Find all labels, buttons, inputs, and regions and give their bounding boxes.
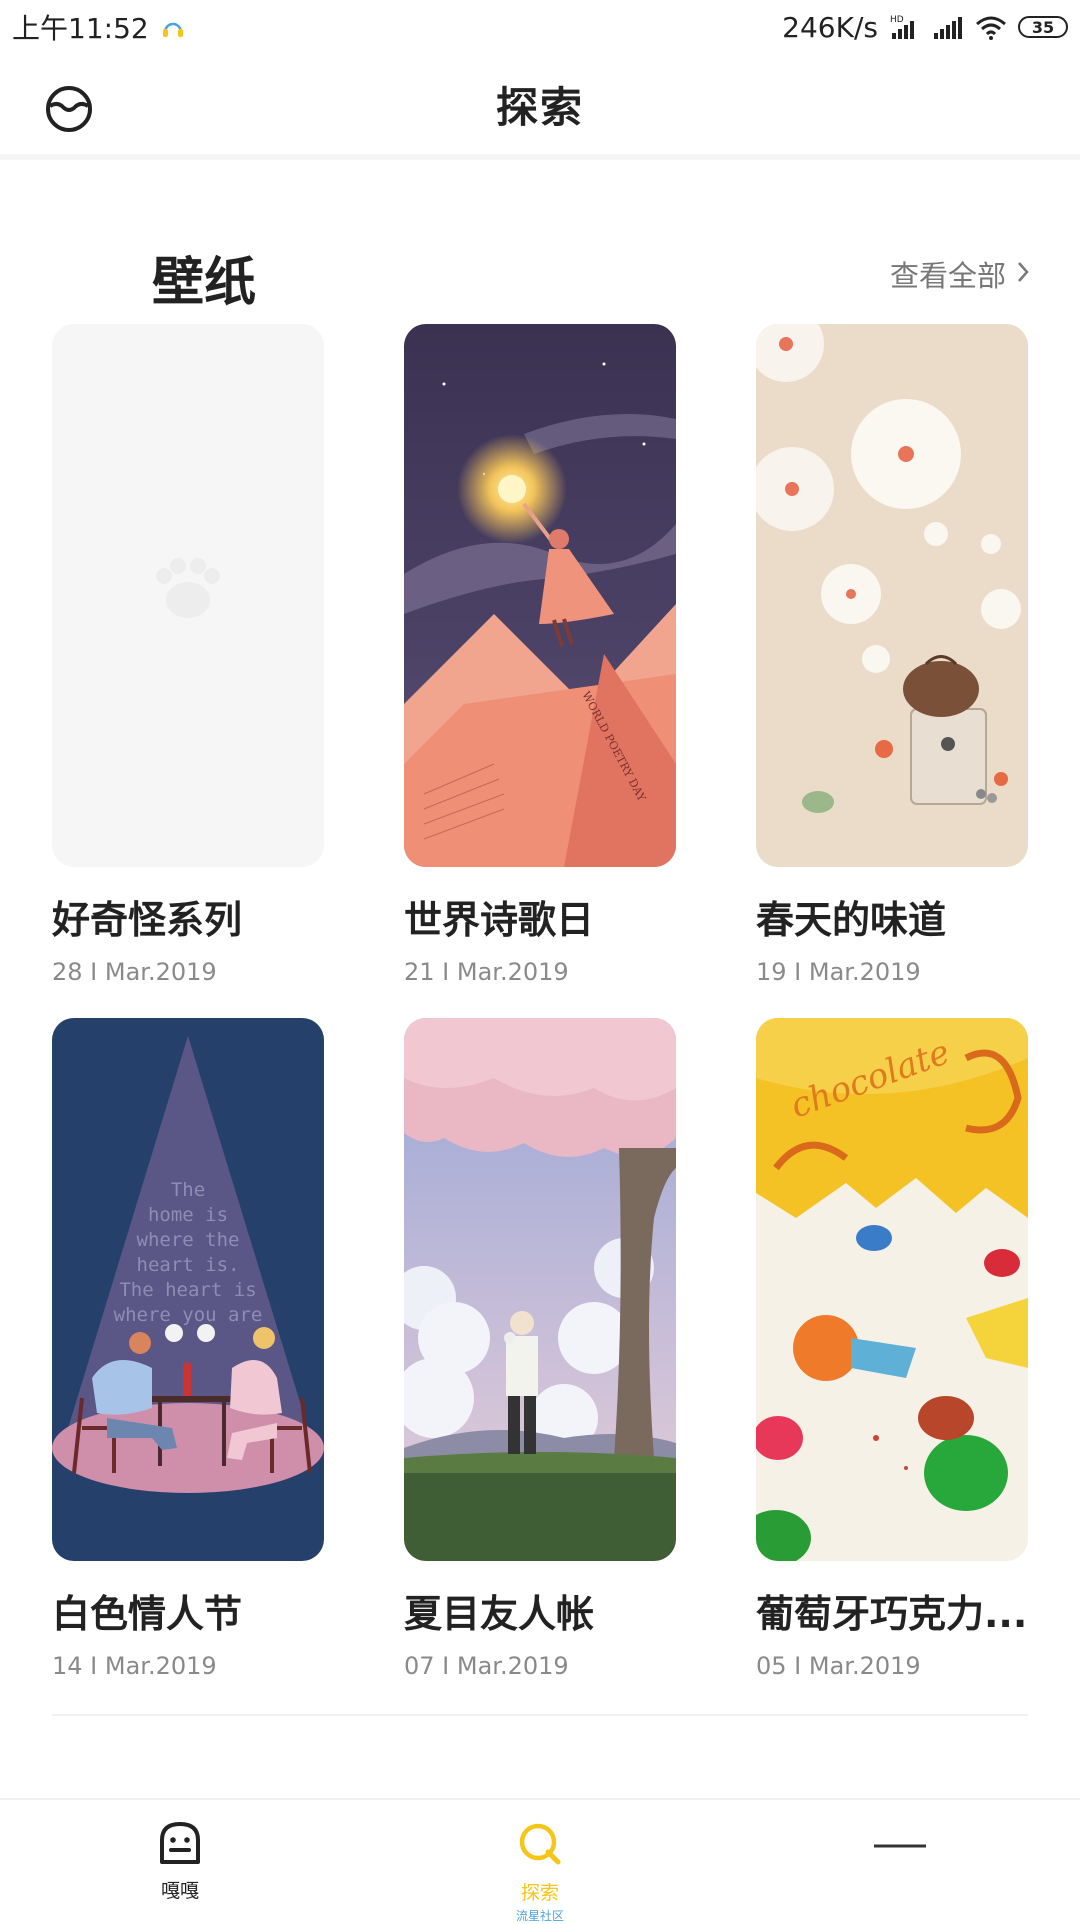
nav-sub-label: 流星社区 [515,1909,564,1923]
card-title: 夏目友人帐 [404,1592,595,1636]
svg-text:The heart is: The heart is [119,1279,256,1301]
card-date: 21 I Mar.2019 [404,958,569,986]
card-date: 28 I Mar.2019 [52,958,217,986]
valentine-artwork: The home is where the heart is. The hear… [52,1018,324,1561]
card-thumbnail[interactable]: WORLD POETRY DAY [404,324,676,867]
card-thumbnail[interactable]: The home is where the heart is. The hear… [52,1018,324,1561]
section-title: 壁纸 [152,253,257,313]
bottom-navigation: 嘎嘎 探索 流星社区 [0,1798,1080,1923]
view-all-label: 查看全部 [889,259,1006,293]
svg-text:The: The [171,1179,205,1201]
card-thumbnail[interactable] [52,324,324,867]
view-all-link[interactable]: 查看全部 [890,253,1030,295]
face-avatar-icon[interactable] [44,84,94,134]
card-title: 春天的味道 [756,898,947,942]
section-divider [52,1714,1028,1716]
chocolate-artwork: chocolate [756,1018,1028,1561]
card-title: 白色情人节 [52,1592,243,1636]
battery-indicator: 35 [1018,16,1068,38]
card-date: 14 I Mar.2019 [52,1652,217,1680]
page-title: 探索 [495,82,584,132]
card-thumbnail[interactable] [756,324,1028,867]
svg-text:home is: home is [148,1204,228,1226]
card-title: 好奇怪系列 [52,898,243,942]
svg-text:HD: HD [890,15,904,25]
search-q-icon [516,1820,564,1872]
card-date: 19 I Mar.2019 [756,958,921,986]
menu-line-icon [870,1820,930,1870]
app-header: 探索 [0,54,1080,160]
chevron-right-icon [1016,257,1030,291]
assistant-icon [159,13,187,41]
wallpaper-card[interactable]: The home is where the heart is. The hear… [52,1018,324,1680]
svg-text:heart is.: heart is. [137,1254,240,1276]
signal-hd-icon: HD [888,13,922,41]
nav-item-menu[interactable] [800,1820,1000,1870]
nav-label: 嘎嘎 [160,1880,199,1902]
card-title: 世界诗歌日 [404,898,595,942]
wallpaper-card[interactable]: 好奇怪系列 28 I Mar.2019 [52,324,324,986]
wallpaper-card[interactable]: 春天的味道 19 I Mar.2019 [756,324,1028,986]
card-thumbnail[interactable] [404,1018,676,1561]
network-speed: 246K/s [782,10,878,44]
paw-placeholder-icon [156,558,220,618]
wallpaper-card[interactable]: WORLD POETRY DAY 世界诗歌日 21 I Mar.2019 [404,324,676,986]
status-bar: 上午11:52 246K/s HD 35 [0,0,1080,54]
card-date: 07 I Mar.2019 [404,1652,569,1680]
natsume-artwork [404,1018,676,1561]
status-time: 上午11:52 [12,12,149,45]
nav-item-gaga[interactable]: 嘎嘎 [80,1820,280,1903]
card-date: 05 I Mar.2019 [756,1652,921,1680]
wallpaper-card[interactable]: 夏目友人帐 07 I Mar.2019 [404,1018,676,1680]
svg-text:where you are: where you are [114,1304,263,1326]
face-icon [157,1820,203,1870]
wifi-icon [974,13,1008,41]
signal-icon [932,13,964,41]
nav-item-explore[interactable]: 探索 流星社区 [440,1820,640,1924]
wallpaper-card[interactable]: chocolate 葡萄牙巧克力... 05 I Mar.2019 [756,1018,1028,1680]
nav-label: 探索 [520,1882,559,1904]
card-title: 葡萄牙巧克力... [756,1592,1028,1636]
spring-artwork [756,324,1028,867]
card-thumbnail[interactable]: chocolate [756,1018,1028,1561]
svg-text:where the: where the [137,1229,240,1251]
poetry-day-artwork: WORLD POETRY DAY [404,324,676,867]
